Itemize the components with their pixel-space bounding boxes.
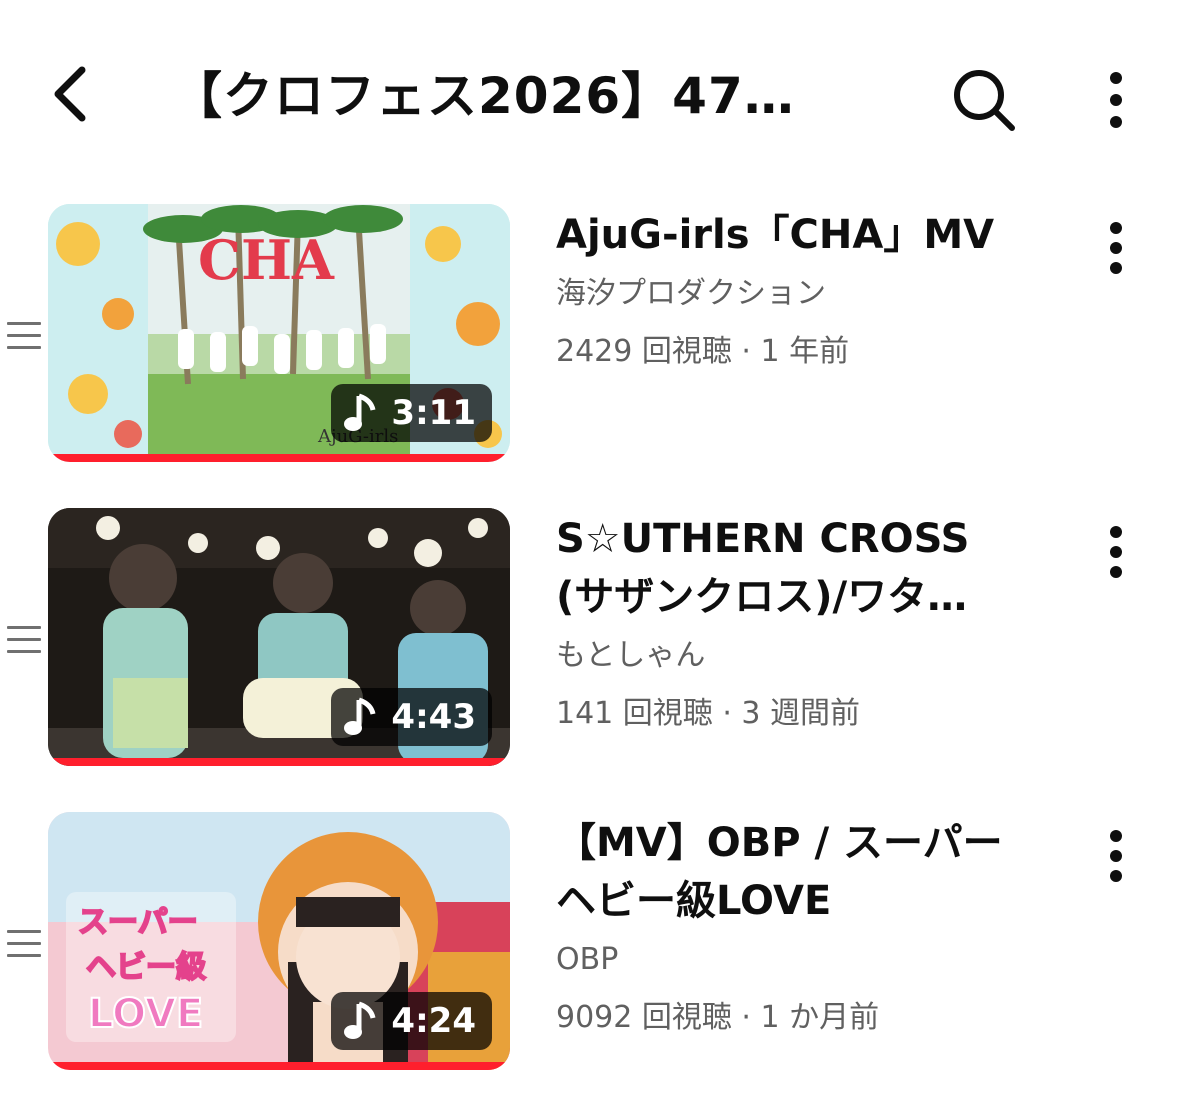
duration-text: 4:24 — [391, 1001, 476, 1041]
chevron-left-icon — [54, 66, 86, 122]
item-more-button[interactable] — [1094, 522, 1138, 582]
video-info: 【MV】OBP / スーパーヘビー級LOVE OBP 9092 回視聴 · 1 … — [556, 812, 1036, 1040]
channel-name: 海汐プロダクション — [556, 276, 826, 311]
more-vert-icon — [1110, 72, 1122, 128]
video-thumbnail[interactable]: 4:43 — [48, 508, 510, 766]
item-more-button[interactable] — [1094, 218, 1138, 278]
video-info: AjuG-irls「CHA」MV 海汐プロダクション 2429 回視聴 · 1 … — [556, 204, 1036, 374]
video-meta: 141 回視聴 · 3 週間前 — [556, 696, 861, 731]
duration-text: 4:43 — [391, 697, 476, 737]
drag-handle-icon[interactable] — [7, 930, 41, 957]
more-vert-icon — [1110, 526, 1122, 578]
watch-progress-bar — [48, 454, 510, 462]
item-more-button[interactable] — [1094, 826, 1138, 886]
video-thumbnail[interactable]: スーパー ヘビー級 LOVE 4:24 — [48, 812, 510, 1070]
music-note-icon — [344, 393, 376, 431]
svg-text:スーパー: スーパー — [78, 905, 198, 940]
more-vert-icon — [1110, 222, 1122, 274]
video-title[interactable]: S☆UTHERN CROSS (サザンクロス)/ワタ… — [556, 510, 1036, 626]
back-button[interactable] — [40, 62, 104, 126]
more-vert-icon — [1110, 830, 1122, 882]
duration-badge: 4:24 — [331, 992, 492, 1050]
playlist-title: 【クロフェス2026】47… — [172, 67, 795, 125]
video-meta: 9092 回視聴 · 1 か月前 — [556, 1000, 880, 1035]
video-meta: 2429 回視聴 · 1 年前 — [556, 334, 850, 369]
channel-name: もとしゃん — [556, 638, 706, 673]
duration-text: 3:11 — [391, 393, 476, 433]
duration-badge: 3:11 — [331, 384, 492, 442]
music-note-icon — [344, 1001, 376, 1039]
playlist-item[interactable]: CHA AjuG-irls 3:11 AjuG-irls「CHA」MV 海汐プロ… — [0, 204, 1200, 466]
svg-text:LOVE: LOVE — [88, 991, 203, 1037]
duration-badge: 4:43 — [331, 688, 492, 746]
drag-handle-icon[interactable] — [7, 626, 41, 653]
video-title[interactable]: 【MV】OBP / スーパーヘビー級LOVE — [556, 814, 1036, 930]
search-button[interactable] — [948, 64, 1020, 136]
video-info: S☆UTHERN CROSS (サザンクロス)/ワタ… もとしゃん 141 回視… — [556, 508, 1036, 736]
watch-progress-bar — [48, 758, 510, 766]
svg-text:ヘビー級: ヘビー級 — [86, 950, 206, 985]
channel-name: OBP — [556, 942, 619, 977]
top-app-bar: 【クロフェス2026】47… — [0, 0, 1200, 190]
watch-progress-bar — [48, 1062, 510, 1070]
more-options-button[interactable] — [1092, 64, 1140, 136]
music-note-icon — [344, 697, 376, 735]
playlist-item[interactable]: 4:43 S☆UTHERN CROSS (サザンクロス)/ワタ… もとしゃん 1… — [0, 508, 1200, 770]
svg-text:CHA: CHA — [198, 228, 335, 292]
drag-handle-icon[interactable] — [7, 322, 41, 349]
video-thumbnail[interactable]: CHA AjuG-irls 3:11 — [48, 204, 510, 462]
video-title[interactable]: AjuG-irls「CHA」MV — [556, 206, 1036, 264]
playlist-item[interactable]: スーパー ヘビー級 LOVE 4:24 【MV】OBP / スーパーヘビー級LO… — [0, 812, 1200, 1074]
search-icon — [954, 70, 1015, 131]
